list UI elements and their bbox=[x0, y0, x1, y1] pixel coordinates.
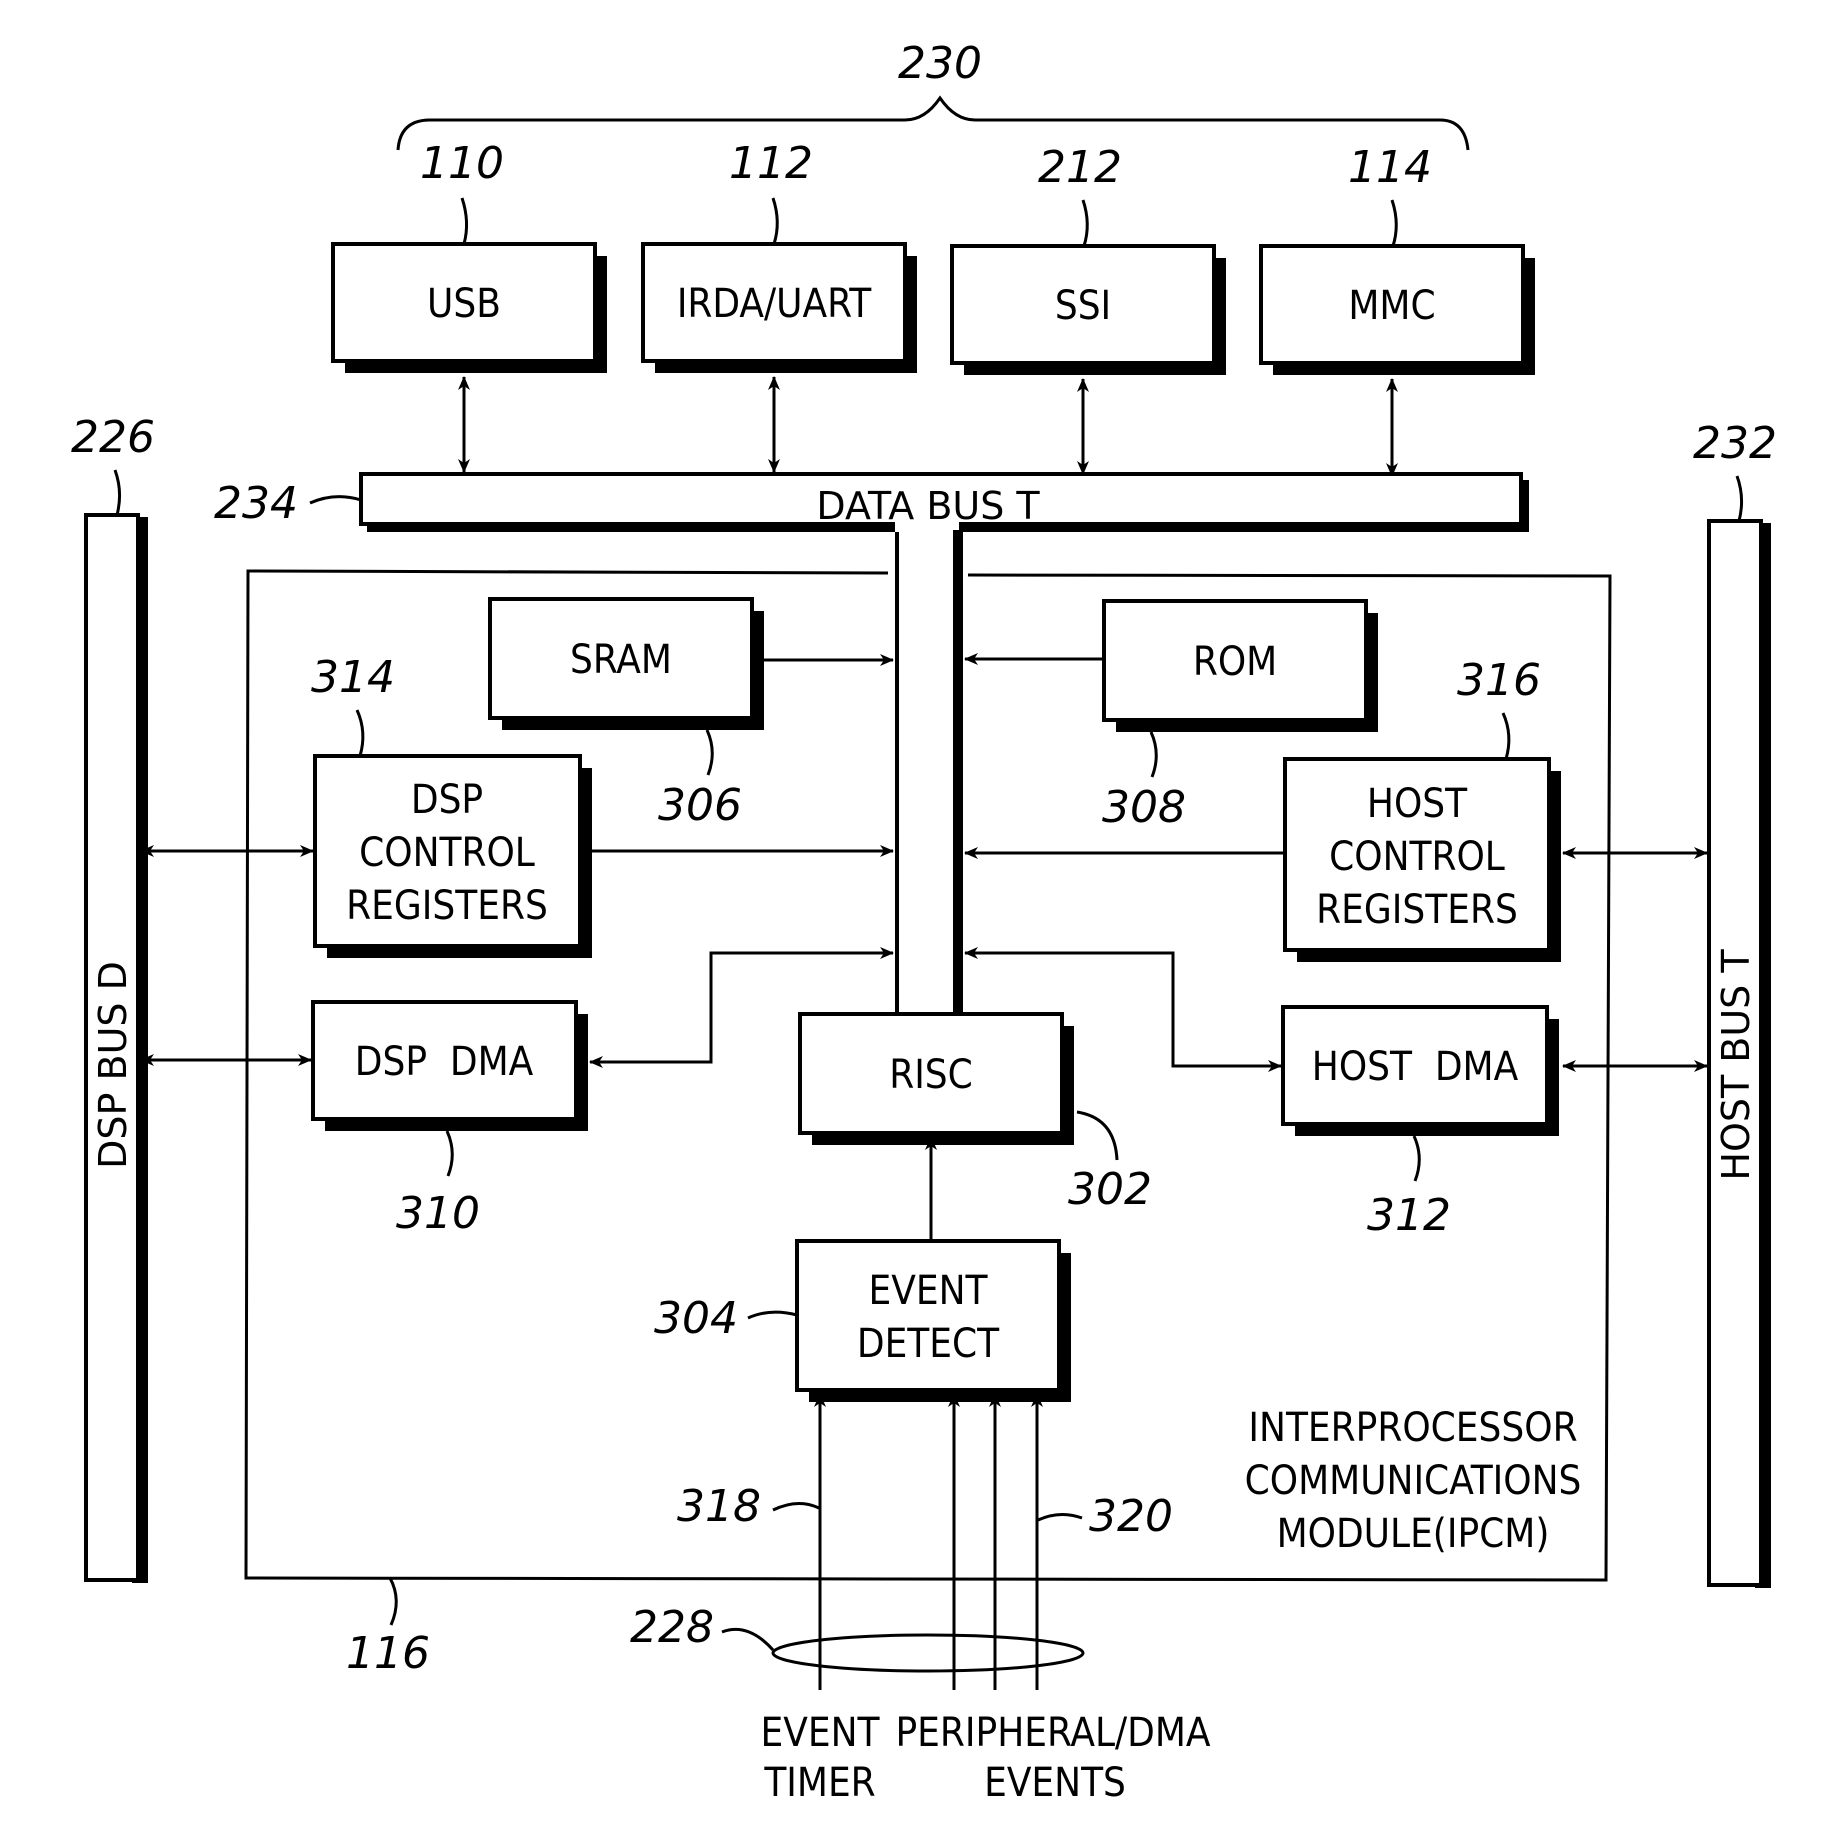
ref-114: 114 bbox=[1348, 142, 1432, 193]
leader-line bbox=[747, 1310, 798, 1320]
leader-line bbox=[1390, 199, 1398, 247]
peripheral-ssi[interactable]: SSI bbox=[950, 244, 1226, 375]
ipcm-label-line-3: MODULE(IPCM) bbox=[1277, 1511, 1550, 1557]
leader-line bbox=[445, 1130, 454, 1177]
ref-306: 306 bbox=[658, 780, 742, 831]
dsp-ctrl-line-1: DSP bbox=[411, 777, 483, 823]
group-brace bbox=[396, 95, 1470, 151]
leader-line bbox=[1501, 712, 1511, 760]
leader-line bbox=[772, 1502, 820, 1512]
event-timer-label-line-2: TIMER bbox=[763, 1760, 875, 1806]
dsp-bus: DSP BUS D bbox=[84, 513, 148, 1583]
peripheral-usb[interactable]: USB bbox=[331, 242, 607, 373]
host-bus: HOST BUS T bbox=[1707, 519, 1771, 1588]
peripheral-label: USB bbox=[427, 281, 501, 327]
leader-line bbox=[309, 495, 362, 505]
ref-310: 310 bbox=[396, 1188, 480, 1239]
dsp-bus-label: DSP BUS D bbox=[91, 961, 135, 1169]
leader-line bbox=[1076, 1110, 1119, 1161]
leader-line bbox=[1412, 1135, 1421, 1182]
rom-block[interactable]: ROM bbox=[1102, 599, 1378, 732]
peripheral-mmc[interactable]: MMC bbox=[1259, 244, 1535, 375]
peripheral-events-label-line-2: EVENTS bbox=[984, 1760, 1126, 1806]
leader-line bbox=[705, 729, 714, 776]
event-timer-label-line-1: EVENT bbox=[761, 1710, 881, 1756]
event-detect-line-2: DETECT bbox=[857, 1321, 1000, 1367]
dsp-control-registers-block[interactable]: DSP CONTROL REGISTERS bbox=[313, 754, 592, 958]
host-ctrl-line-1: HOST bbox=[1367, 781, 1468, 827]
ref-110: 110 bbox=[420, 138, 504, 189]
dsp-ctrl-line-3: REGISTERS bbox=[346, 883, 548, 929]
ref-212: 212 bbox=[1038, 142, 1122, 193]
ipcm-label-line-1: INTERPROCESSOR bbox=[1248, 1405, 1577, 1451]
event-detect-line-1: EVENT bbox=[869, 1268, 989, 1314]
leader-line bbox=[355, 709, 365, 757]
group-ref-label: 230 bbox=[898, 38, 982, 89]
ref-314: 314 bbox=[311, 652, 395, 703]
event-detect-block[interactable]: EVENT DETECT bbox=[795, 1239, 1071, 1402]
rom-label: ROM bbox=[1193, 639, 1277, 685]
leader-line bbox=[460, 197, 469, 245]
ref-312: 312 bbox=[1367, 1190, 1451, 1241]
dsp-dma-label: DSP DMA bbox=[355, 1039, 534, 1085]
ref-316: 316 bbox=[1457, 655, 1541, 706]
ref-112: 112 bbox=[729, 138, 813, 189]
dsp-ctrl-line-2: CONTROL bbox=[359, 830, 535, 876]
peripheral-label: IRDA/UART bbox=[677, 281, 872, 327]
leader-line bbox=[388, 1577, 398, 1626]
leader-line bbox=[1735, 475, 1744, 522]
ref-226: 226 bbox=[71, 412, 155, 463]
peripheral-irda-uart[interactable]: IRDA/UART bbox=[641, 242, 917, 373]
leader-line bbox=[113, 469, 122, 516]
host-control-registers-block[interactable]: HOST CONTROL REGISTERS bbox=[1283, 757, 1561, 962]
host-dma-label: HOST DMA bbox=[1312, 1044, 1519, 1090]
ref-228: 228 bbox=[630, 1602, 714, 1653]
leader-line bbox=[721, 1627, 775, 1651]
ref-116: 116 bbox=[346, 1628, 430, 1679]
peripheral-events-label-line-1: PERIPHERAL/DMA bbox=[895, 1710, 1210, 1756]
ref-320: 320 bbox=[1089, 1491, 1173, 1542]
risc-block[interactable]: RISC bbox=[798, 1012, 1074, 1145]
ref-318: 318 bbox=[677, 1481, 761, 1532]
leader-line bbox=[1149, 731, 1158, 778]
host-ctrl-line-2: CONTROL bbox=[1329, 834, 1505, 880]
data-bus-label: DATA BUS T bbox=[816, 484, 1040, 528]
ref-308: 308 bbox=[1102, 782, 1186, 833]
sram-label: SRAM bbox=[570, 637, 672, 683]
leader-line bbox=[1081, 199, 1089, 247]
host-ctrl-line-3: REGISTERS bbox=[1316, 887, 1518, 933]
peripheral-label: MMC bbox=[1348, 283, 1435, 329]
ipcm-block-diagram: 230 USB IRDA/UART SSI MMC 110 112 212 11… bbox=[71, 38, 1777, 1806]
risc-label: RISC bbox=[889, 1052, 973, 1098]
sram-block[interactable]: SRAM bbox=[488, 597, 764, 730]
ref-232: 232 bbox=[1693, 418, 1777, 469]
ipcm-label-line-2: COMMUNICATIONS bbox=[1245, 1458, 1582, 1504]
leader-line bbox=[1037, 1513, 1083, 1522]
dsp-dma-block[interactable]: DSP DMA bbox=[311, 1000, 588, 1131]
ref-234: 234 bbox=[214, 478, 298, 529]
host-dma-block[interactable]: HOST DMA bbox=[1281, 1005, 1559, 1136]
ref-302: 302 bbox=[1068, 1164, 1152, 1215]
peripheral-label: SSI bbox=[1055, 283, 1111, 329]
host-bus-label: HOST BUS T bbox=[1714, 949, 1758, 1181]
ref-304: 304 bbox=[654, 1293, 738, 1344]
leader-line bbox=[771, 197, 779, 245]
